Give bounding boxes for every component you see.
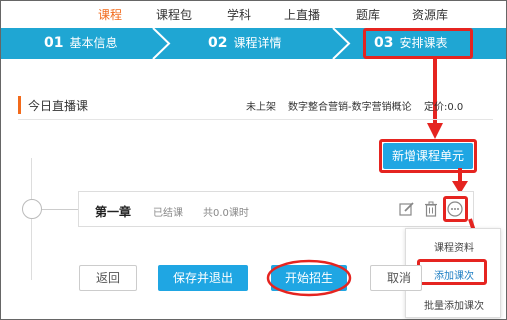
nav-item-resources[interactable]: 资源库: [412, 6, 448, 23]
step-3-highlight: [363, 28, 473, 59]
chapter-title: 第一章: [95, 205, 132, 219]
nav-item-live[interactable]: 上直播: [284, 6, 320, 23]
nav-item-course-package[interactable]: 课程包: [156, 6, 192, 23]
delete-icon[interactable]: [423, 201, 439, 217]
title-accent-bar: [18, 96, 21, 114]
nav-item-question-bank[interactable]: 题库: [356, 6, 380, 23]
step-1[interactable]: 01 基本信息: [44, 28, 118, 59]
edit-icon[interactable]: [399, 201, 415, 217]
chapter-hours: 共0.0课时: [203, 208, 249, 219]
chapter-status: 已结课: [153, 208, 183, 219]
chapter-row: 第一章 已结课 共0.0课时: [78, 191, 474, 227]
course-status: 未上架: [246, 102, 276, 113]
step-1-label: 基本信息: [69, 36, 118, 50]
step-separator-icon: [152, 28, 171, 59]
course-price: 定价:0.0: [424, 102, 464, 113]
nav-item-subject[interactable]: 学科: [227, 6, 251, 23]
step-2[interactable]: 02 课程详情: [208, 28, 282, 59]
step-2-number: 02: [208, 35, 228, 51]
menu-item-batch-add-sessions[interactable]: 批量添加课次: [406, 297, 502, 312]
timeline-node: [22, 199, 42, 219]
step-1-number: 01: [44, 35, 64, 51]
menu-item-course-materials[interactable]: 课程资料: [406, 239, 502, 254]
more-options-highlight: [443, 196, 468, 222]
save-exit-button[interactable]: 保存并退出: [158, 265, 248, 291]
step-2-label: 课程详情: [233, 36, 282, 50]
start-enroll-highlight: [266, 259, 352, 297]
course-header: 今日直播课 未上架 数字整合营销-数字营销概论 定价:0.0: [18, 94, 493, 120]
timeline-connector: [42, 209, 78, 210]
timeline-line: [31, 158, 32, 280]
course-name: 数字整合营销-数字营销概论: [288, 102, 412, 113]
nav-item-course[interactable]: 课程: [98, 6, 122, 23]
cancel-button[interactable]: 取消: [370, 265, 422, 291]
step-separator-icon: [332, 28, 351, 59]
back-button[interactable]: 返回: [79, 265, 137, 291]
add-session-highlight: [417, 259, 487, 285]
course-title: 今日直播课: [28, 99, 89, 113]
top-navigation: 课程 课程包 学科 上直播 题库 资源库: [0, 0, 507, 28]
